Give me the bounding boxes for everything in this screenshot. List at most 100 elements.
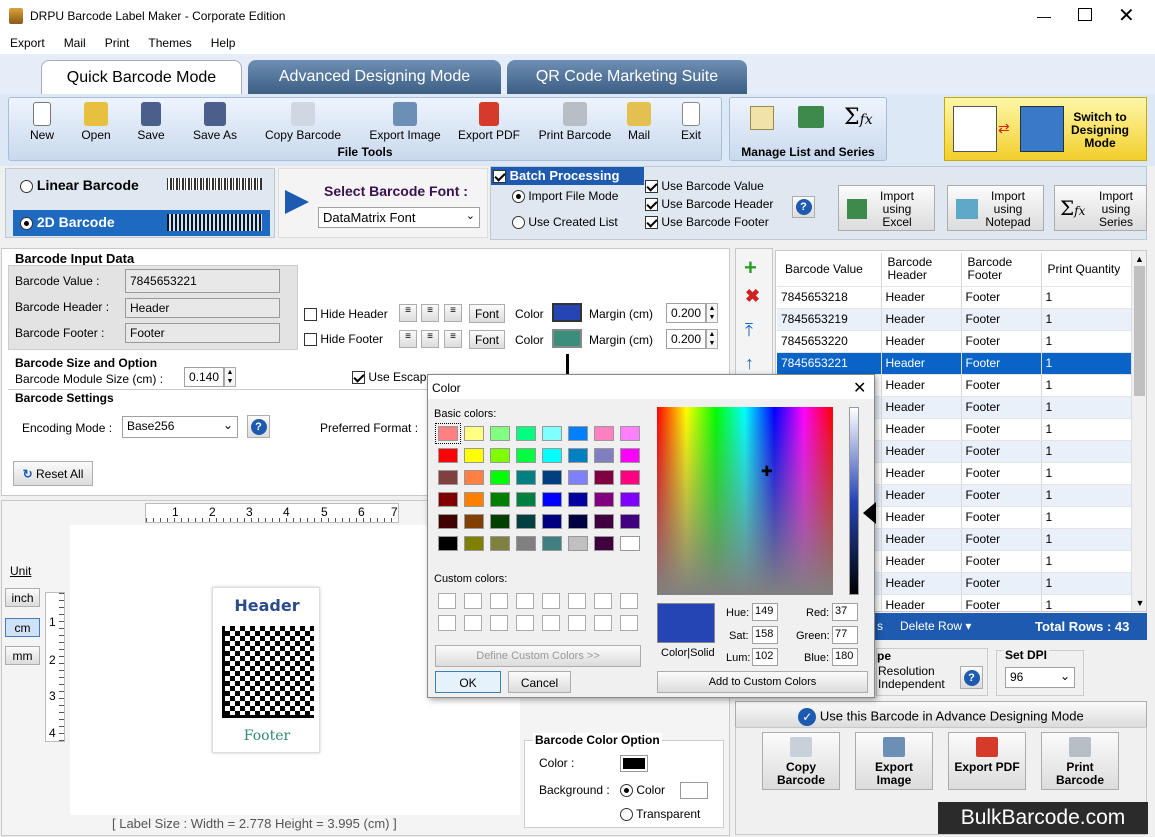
custom-color-swatch[interactable] xyxy=(568,593,586,609)
twod-radio[interactable] xyxy=(20,216,33,230)
table-cell[interactable]: Header xyxy=(881,440,962,463)
basic-color-swatch[interactable] xyxy=(516,492,536,507)
save-button[interactable]: Save xyxy=(134,102,168,142)
export-pdf-button[interactable]: Export PDF xyxy=(455,102,523,142)
custom-color-swatch[interactable] xyxy=(516,593,534,609)
barcode-color-swatch[interactable] xyxy=(620,755,648,772)
basic-color-swatch[interactable] xyxy=(568,536,588,551)
table-row[interactable]: 7845653220 Header Footer 1 xyxy=(777,330,1133,353)
hide-footer-checkbox[interactable] xyxy=(304,333,317,347)
table-cell[interactable]: Header xyxy=(881,506,962,529)
basic-color-swatch[interactable] xyxy=(568,426,588,441)
new-button[interactable]: New xyxy=(25,102,59,142)
basic-color-swatch[interactable] xyxy=(516,426,536,441)
basic-color-swatch[interactable] xyxy=(464,448,484,463)
custom-color-swatch[interactable] xyxy=(568,615,586,631)
basic-color-swatch[interactable] xyxy=(438,514,458,529)
import-series-button[interactable]: Σfx Import using Series xyxy=(1054,185,1147,231)
label-card[interactable]: Header Footer xyxy=(212,587,320,753)
red-input[interactable]: 37 xyxy=(832,603,858,621)
ok-button[interactable]: OK xyxy=(435,671,501,693)
table-cell[interactable]: Header xyxy=(881,374,962,397)
table-cell[interactable]: Header xyxy=(881,594,962,611)
use-barcode-value-option[interactable]: Use Barcode Value xyxy=(645,179,764,194)
table-cell[interactable]: Footer xyxy=(961,330,1042,353)
table-cell[interactable]: Header xyxy=(881,572,962,595)
add-row-icon[interactable]: + xyxy=(744,255,757,281)
open-button[interactable]: Open xyxy=(78,102,114,142)
minimize-icon[interactable]: — xyxy=(1032,8,1056,24)
hide-header-option[interactable]: Hide Header xyxy=(304,307,388,322)
basic-color-swatch[interactable] xyxy=(594,514,614,529)
basic-color-swatch[interactable] xyxy=(438,536,458,551)
basic-color-swatch[interactable] xyxy=(542,492,562,507)
basic-color-swatch[interactable] xyxy=(490,470,510,485)
encoding-mode-dropdown[interactable]: Base256 ⌄ xyxy=(122,416,238,438)
basic-color-swatch[interactable] xyxy=(438,492,458,507)
table-cell[interactable]: 1 xyxy=(1041,484,1133,507)
bg-transparent-radio[interactable] xyxy=(620,808,633,822)
custom-color-swatch[interactable] xyxy=(464,593,482,609)
exit-button[interactable]: Exit xyxy=(677,102,705,142)
mail-button[interactable]: Mail xyxy=(624,102,654,142)
basic-color-swatch[interactable] xyxy=(568,514,588,529)
footer-font-button[interactable]: Font xyxy=(469,330,505,349)
use-value-checkbox[interactable] xyxy=(645,180,658,194)
custom-color-swatch[interactable] xyxy=(490,593,508,609)
batch-help-button[interactable]: ? xyxy=(792,196,815,218)
module-size-spinner[interactable]: ▲ ▼ xyxy=(224,367,236,387)
menu-mail[interactable]: Mail xyxy=(54,32,95,50)
maximize-icon[interactable] xyxy=(1078,8,1092,21)
basic-color-swatch[interactable] xyxy=(594,426,614,441)
import-notepad-button[interactable]: Import using Notepad xyxy=(947,185,1044,231)
bg-transparent-option[interactable]: Transparent xyxy=(620,807,700,822)
table-cell[interactable]: Footer xyxy=(961,572,1042,595)
basic-color-swatch[interactable] xyxy=(620,536,640,551)
barcode-header-input[interactable]: Header xyxy=(125,298,280,318)
basic-color-swatch[interactable] xyxy=(620,470,640,485)
table-cell[interactable]: 1 xyxy=(1041,528,1133,551)
footer-margin-input[interactable]: 0.200 xyxy=(666,329,706,349)
use-footer-checkbox[interactable] xyxy=(645,216,658,230)
close-icon[interactable]: ✕ xyxy=(1118,3,1135,28)
basic-color-swatch[interactable] xyxy=(620,492,640,507)
basic-color-swatch[interactable] xyxy=(490,514,510,529)
move-up-icon[interactable]: ↑ xyxy=(745,353,754,374)
table-cell[interactable]: Footer xyxy=(961,440,1042,463)
menu-themes[interactable]: Themes xyxy=(138,32,200,50)
header-align-right-icon[interactable]: ≡ xyxy=(444,304,462,322)
custom-color-swatch[interactable] xyxy=(464,615,482,631)
hide-footer-option[interactable]: Hide Footer xyxy=(304,332,383,347)
custom-color-swatch[interactable] xyxy=(542,593,560,609)
basic-color-swatch[interactable] xyxy=(490,448,510,463)
use-list-radio[interactable] xyxy=(512,216,525,230)
dpi-dropdown[interactable]: 96 ⌄ xyxy=(1005,667,1075,688)
table-cell[interactable]: Footer xyxy=(961,594,1042,611)
scroll-thumb[interactable] xyxy=(1134,266,1145,396)
custom-color-swatch[interactable] xyxy=(620,615,638,631)
basic-color-swatch[interactable] xyxy=(594,448,614,463)
basic-color-swatch[interactable] xyxy=(490,426,510,441)
green-input[interactable]: 77 xyxy=(832,626,858,644)
move-top-icon[interactable]: ⤒ xyxy=(745,320,753,341)
header-color-swatch[interactable] xyxy=(552,303,582,322)
custom-color-swatch[interactable] xyxy=(490,615,508,631)
resolution-help-button[interactable]: ? xyxy=(960,666,983,689)
tab-quick-barcode[interactable]: Quick Barcode Mode xyxy=(41,60,242,94)
basic-color-swatch[interactable] xyxy=(620,448,640,463)
basic-color-swatch[interactable] xyxy=(435,423,461,444)
basic-color-swatch[interactable] xyxy=(594,470,614,485)
save-as-button[interactable]: Save As xyxy=(189,102,241,142)
unit-cm-button[interactable]: cm xyxy=(5,618,40,637)
header-align-center-icon[interactable]: ≡ xyxy=(421,304,439,322)
unit-inch-button[interactable]: inch xyxy=(5,588,40,607)
basic-color-swatch[interactable] xyxy=(568,448,588,463)
custom-color-swatch[interactable] xyxy=(438,593,456,609)
basic-color-swatch[interactable] xyxy=(516,514,536,529)
table-cell[interactable]: Header xyxy=(881,484,962,507)
use-in-advance-button[interactable]: ✓ Use this Barcode in Advance Designing … xyxy=(735,701,1147,728)
basic-color-swatch[interactable] xyxy=(464,492,484,507)
table-row[interactable]: 7845653221 Header Footer 1 xyxy=(777,352,1133,375)
sat-input[interactable]: 158 xyxy=(752,626,778,644)
table-cell[interactable]: 7845653220 xyxy=(777,330,882,353)
